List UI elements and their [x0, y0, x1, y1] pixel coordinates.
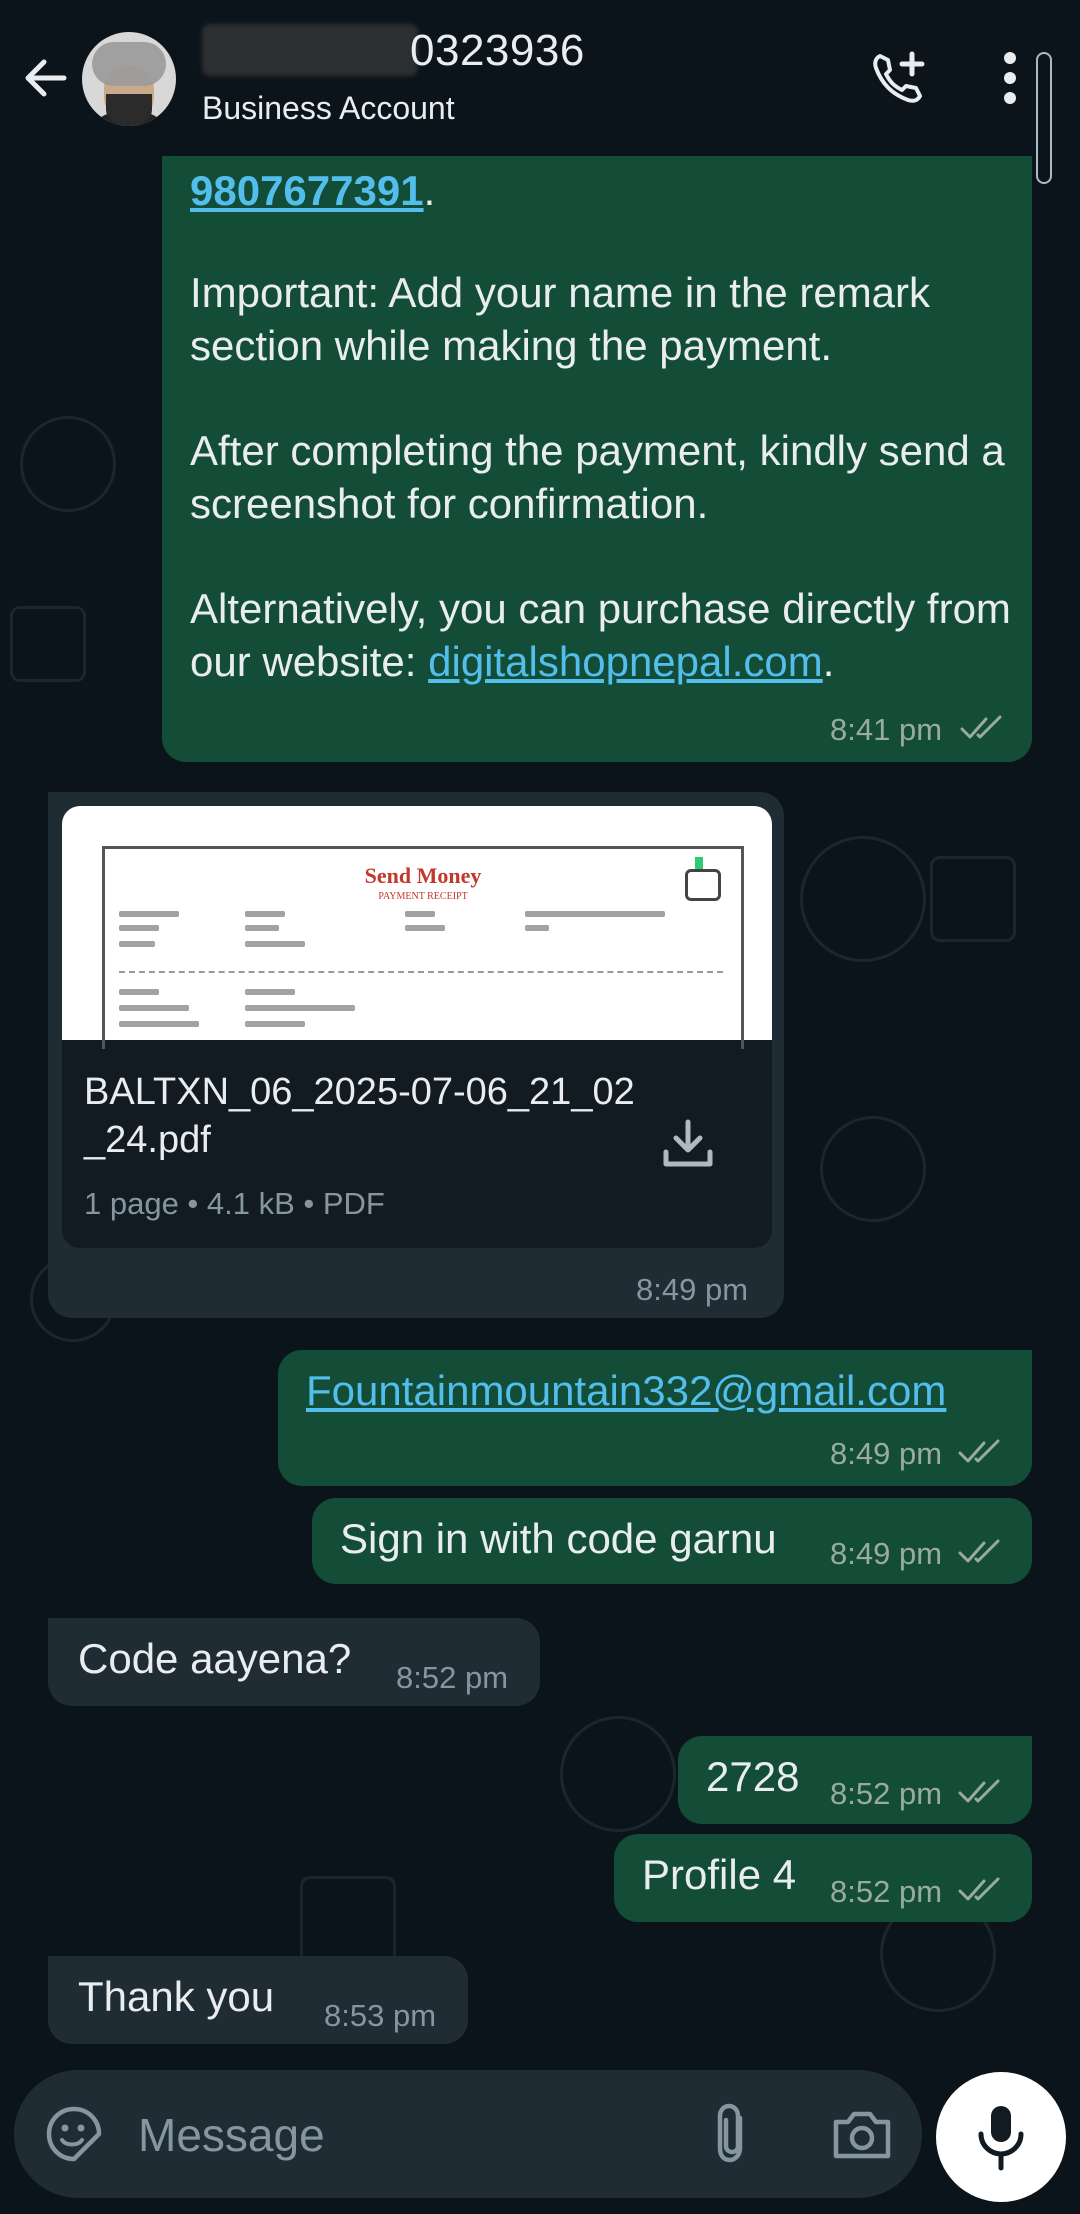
document-meta: 1 page • 4.1 kB • PDF — [84, 1186, 385, 1221]
message-time: 8:49 pm — [830, 1436, 943, 1471]
message-text: Profile 4 — [642, 1851, 797, 1898]
website-link[interactable]: digitalshopnepal.com — [428, 638, 823, 685]
message-text: Important: Add your name in the remark s… — [190, 269, 931, 369]
message-text: Code aayena? — [78, 1635, 352, 1682]
microphone-icon — [978, 2106, 1024, 2171]
message-time: 8:52 pm — [396, 1660, 509, 1695]
camera-icon[interactable] — [830, 2104, 894, 2164]
message-time: 8:49 pm — [830, 1536, 943, 1571]
message-time: 8:41 pm — [830, 712, 943, 747]
phone-link[interactable]: 9807677391 — [190, 167, 424, 214]
read-ticks-icon — [960, 715, 1002, 739]
redacted-number-mask — [202, 24, 418, 76]
email-link[interactable]: Fountainmountain332@gmail.com — [306, 1367, 946, 1414]
doodle-pattern — [820, 1116, 926, 1222]
message-input[interactable] — [136, 2100, 700, 2170]
read-ticks-icon — [958, 1877, 1000, 1901]
incoming-message[interactable]: Code aayena? 8:52 pm — [48, 1618, 540, 1706]
read-ticks-icon — [958, 1779, 1000, 1803]
receipt-heading: Send Money — [364, 863, 482, 888]
outgoing-message[interactable]: Sign in with code garnu 8:49 pm — [312, 1498, 1032, 1584]
message-time: 8:49 pm — [636, 1272, 749, 1307]
download-icon[interactable] — [660, 1116, 716, 1172]
document-preview[interactable]: Send Money PAYMENT RECEIPT — [62, 806, 772, 1049]
document-attachment[interactable]: Send Money PAYMENT RECEIPT BALTXN_06_202… — [62, 806, 772, 1248]
message-time: 8:52 pm — [830, 1874, 943, 1909]
more-options-icon[interactable] — [1000, 52, 1020, 108]
doodle-pattern — [800, 836, 926, 962]
emoji-sticker-icon[interactable] — [44, 2104, 104, 2164]
doodle-pattern — [560, 1716, 676, 1832]
message-composer — [14, 2070, 922, 2198]
contact-name[interactable]: 0323936 — [410, 26, 585, 76]
receipt-subheading: PAYMENT RECEIPT — [378, 891, 468, 902]
contact-subtitle[interactable]: Business Account — [202, 90, 455, 127]
scrollbar[interactable] — [1036, 52, 1052, 184]
outgoing-message[interactable]: Profile 4 8:52 pm — [614, 1834, 1032, 1922]
voice-record-button[interactable] — [936, 2072, 1066, 2202]
back-arrow-icon[interactable] — [18, 50, 74, 106]
add-call-icon[interactable] — [866, 46, 930, 110]
message-text: 2728 — [706, 1753, 800, 1800]
message-time: 8:52 pm — [830, 1776, 943, 1811]
chat-header: 0323936 Business Account — [0, 0, 1080, 156]
outgoing-message[interactable]: 2728 8:52 pm — [678, 1736, 1032, 1824]
incoming-message[interactable]: Thank you 8:53 pm — [48, 1956, 468, 2044]
message-time: 8:53 pm — [324, 1998, 437, 2033]
doodle-pattern — [20, 416, 116, 512]
outgoing-message[interactable]: 9807677391. Important: Add your name in … — [162, 150, 1032, 762]
read-ticks-icon — [958, 1539, 1000, 1563]
read-ticks-icon — [958, 1439, 1000, 1463]
message-text: Sign in with code garnu — [340, 1515, 777, 1562]
message-text: Thank you — [78, 1973, 275, 2020]
document-filename: BALTXN_06_2025-07-06_21_02_24.pdf — [84, 1071, 635, 1161]
wallet-icon — [685, 869, 721, 901]
doodle-pattern — [10, 606, 86, 682]
avatar[interactable] — [82, 32, 176, 126]
outgoing-message[interactable]: Fountainmountain332@gmail.com 8:49 pm — [278, 1350, 1032, 1486]
message-text: After completing the payment, kindly sen… — [190, 427, 1005, 527]
doodle-pattern — [930, 856, 1016, 942]
paperclip-icon[interactable] — [704, 2100, 760, 2168]
